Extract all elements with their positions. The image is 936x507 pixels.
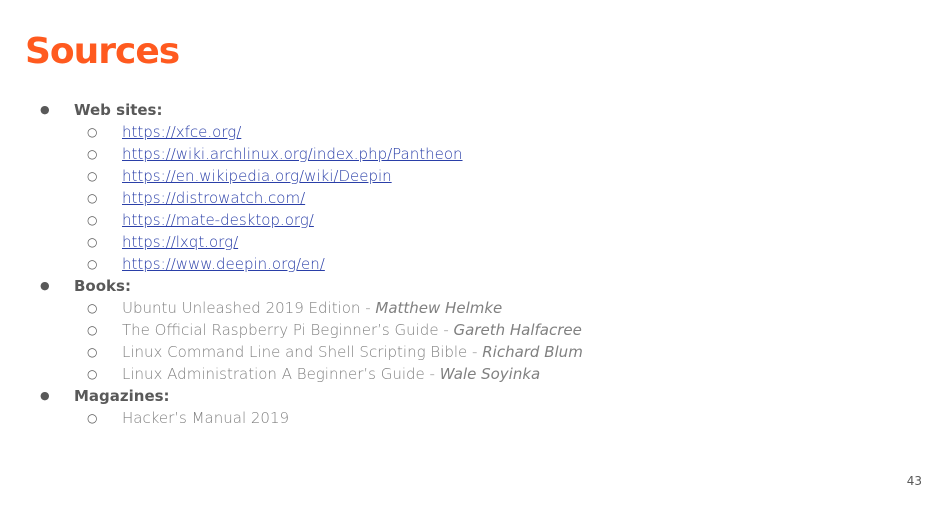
- book-author: Matthew Helmke: [375, 299, 503, 317]
- section-websites: ● Web sites: ○ https://xfce.org/ ○ https…: [0, 99, 900, 275]
- website-link[interactable]: https://mate-desktop.org/: [122, 209, 314, 231]
- hollow-bullet-icon: ○: [87, 169, 98, 183]
- website-link[interactable]: https://lxqt.org/: [122, 231, 238, 253]
- list-item: ○ The Official Raspberry Pi Beginner’s G…: [0, 319, 900, 341]
- section-books: ● Books: ○ Ubuntu Unleashed 2019 Edition…: [0, 275, 900, 385]
- list-item: ○ https://lxqt.org/: [0, 231, 900, 253]
- hollow-bullet-icon: ○: [87, 235, 98, 249]
- section-label-magazines: Magazines:: [74, 387, 170, 405]
- hollow-bullet-icon: ○: [87, 367, 98, 381]
- list-item: ○ https://www.deepin.org/en/: [0, 253, 900, 275]
- book-entry: The Official Raspberry Pi Beginner’s Gui…: [122, 319, 582, 341]
- book-title: Linux Command Line and Shell Scripting B…: [122, 343, 468, 361]
- hollow-bullet-icon: ○: [87, 301, 98, 315]
- hollow-bullet-icon: ○: [87, 257, 98, 271]
- list-item: ○ https://wiki.archlinux.org/index.php/P…: [0, 143, 900, 165]
- list-item: ○ https://xfce.org/: [0, 121, 900, 143]
- book-author: Richard Blum: [482, 343, 583, 361]
- list-item: ○ Linux Command Line and Shell Scripting…: [0, 341, 900, 363]
- list-item: ○ https://en.wikipedia.org/wiki/Deepin: [0, 165, 900, 187]
- section-header: ● Web sites:: [0, 99, 900, 121]
- section-magazines: ● Magazines: ○ Hacker’s Manual 2019: [0, 385, 900, 429]
- magazine-entry: Hacker’s Manual 2019: [122, 409, 290, 427]
- filled-bullet-icon: ●: [40, 103, 50, 116]
- hollow-bullet-icon: ○: [87, 345, 98, 359]
- book-entry: Linux Administration A Beginner’s Guide …: [122, 363, 540, 385]
- sources-list: ● Web sites: ○ https://xfce.org/ ○ https…: [0, 99, 900, 429]
- book-title: The Official Raspberry Pi Beginner’s Gui…: [122, 321, 439, 339]
- list-item: ○ Ubuntu Unleashed 2019 Edition - Matthe…: [0, 297, 900, 319]
- book-separator: -: [438, 321, 454, 339]
- book-separator: -: [360, 299, 376, 317]
- book-title: Ubuntu Unleashed 2019 Edition: [122, 299, 361, 317]
- list-item: ○ https://mate-desktop.org/: [0, 209, 900, 231]
- website-link[interactable]: https://xfce.org/: [122, 121, 241, 143]
- list-item: ○ Linux Administration A Beginner’s Guid…: [0, 363, 900, 385]
- list-item: ○ Hacker’s Manual 2019: [0, 407, 900, 429]
- hollow-bullet-icon: ○: [87, 411, 98, 425]
- filled-bullet-icon: ●: [40, 279, 50, 292]
- hollow-bullet-icon: ○: [87, 147, 98, 161]
- book-separator: -: [467, 343, 483, 361]
- website-link[interactable]: https://distrowatch.com/: [122, 187, 305, 209]
- section-label-websites: Web sites:: [74, 101, 163, 119]
- section-header: ● Magazines:: [0, 385, 900, 407]
- slide-title: Sources: [25, 31, 180, 72]
- hollow-bullet-icon: ○: [87, 323, 98, 337]
- book-author: Gareth Halfacree: [453, 321, 582, 339]
- page-number: 43: [906, 474, 922, 488]
- section-header: ● Books:: [0, 275, 900, 297]
- section-label-books: Books:: [74, 277, 131, 295]
- hollow-bullet-icon: ○: [87, 191, 98, 205]
- book-author: Wale Soyinka: [439, 365, 541, 383]
- hollow-bullet-icon: ○: [87, 213, 98, 227]
- hollow-bullet-icon: ○: [87, 125, 98, 139]
- book-entry: Ubuntu Unleashed 2019 Edition - Matthew …: [122, 297, 502, 319]
- list-item: ○ https://distrowatch.com/: [0, 187, 900, 209]
- website-link[interactable]: https://wiki.archlinux.org/index.php/Pan…: [122, 143, 463, 165]
- book-entry: Linux Command Line and Shell Scripting B…: [122, 341, 583, 363]
- website-link[interactable]: https://www.deepin.org/en/: [122, 253, 325, 275]
- book-title: Linux Administration A Beginner’s Guide: [122, 365, 425, 383]
- book-separator: -: [424, 365, 440, 383]
- website-link[interactable]: https://en.wikipedia.org/wiki/Deepin: [122, 165, 392, 187]
- filled-bullet-icon: ●: [40, 389, 50, 402]
